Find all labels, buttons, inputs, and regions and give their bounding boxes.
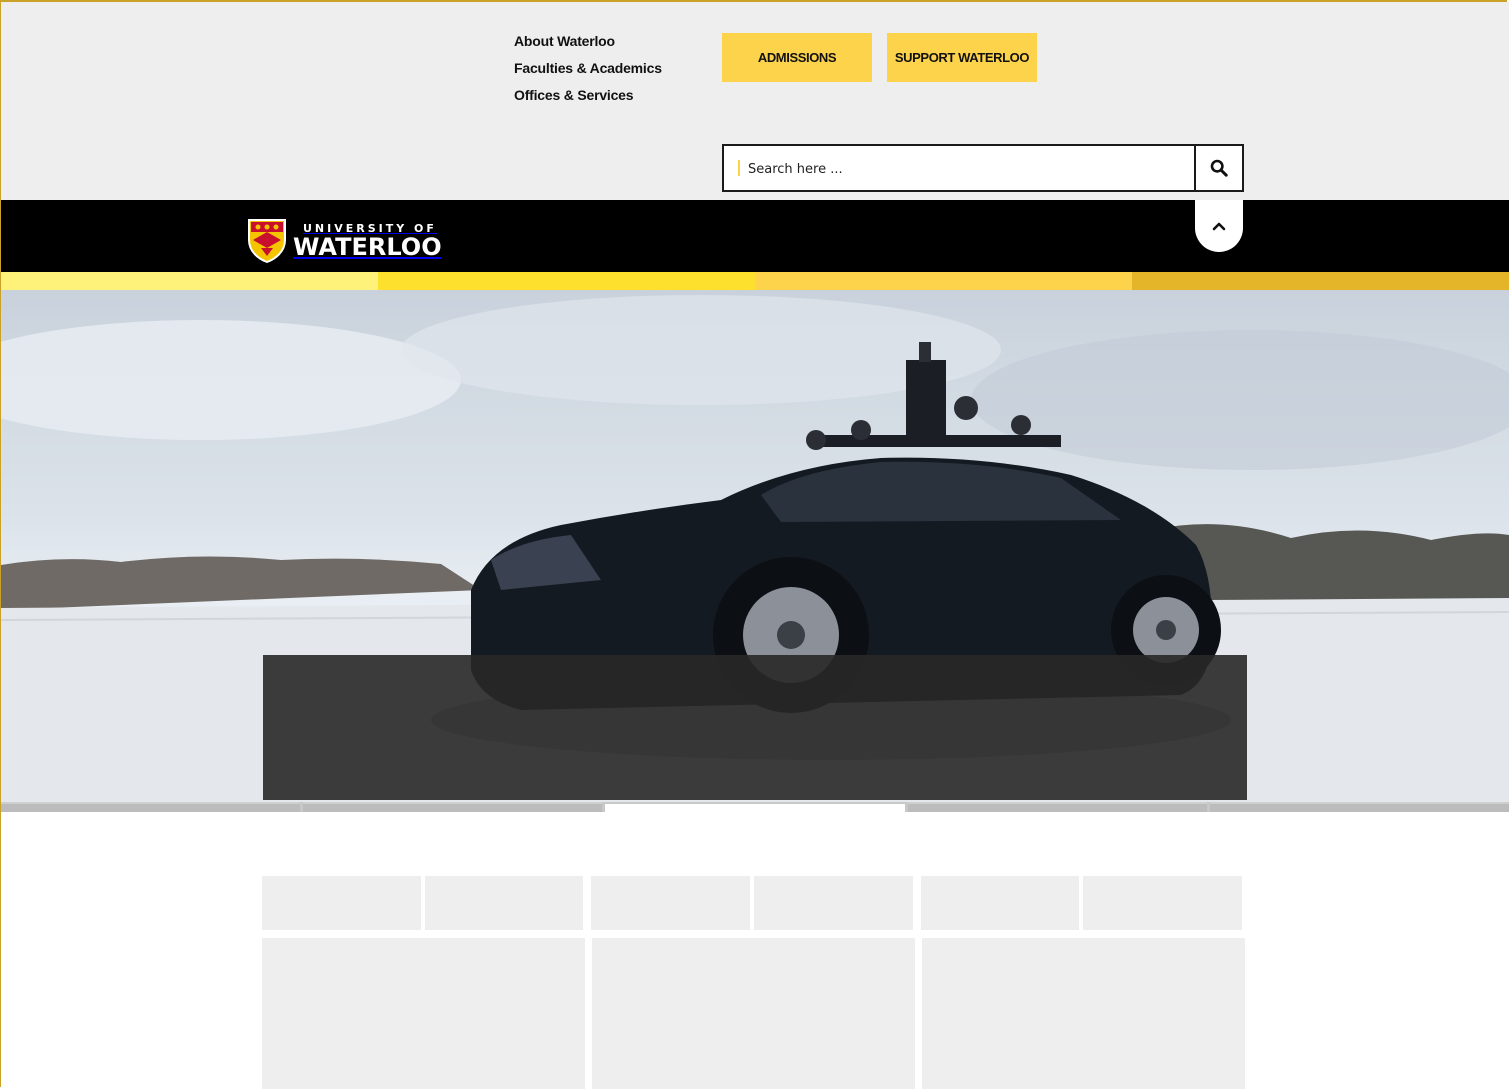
tile-placeholder [754, 876, 913, 930]
hero-image [1, 290, 1509, 802]
brand-color-stripes [1, 272, 1509, 290]
quick-tiles-row [262, 876, 1246, 930]
chevron-up-icon [1212, 222, 1226, 231]
card-placeholder [262, 938, 585, 1089]
slider-indicators [1, 802, 1509, 812]
link-faculties-academics[interactable]: Faculties & Academics [514, 55, 662, 82]
search-input[interactable] [746, 146, 1190, 192]
university-logo[interactable]: UNIVERSITY OF WATERLOO [247, 218, 442, 264]
link-offices-services[interactable]: Offices & Services [514, 82, 662, 109]
tile-placeholder [920, 876, 1080, 930]
slide-indicator-2[interactable] [303, 802, 603, 812]
admissions-button[interactable]: ADMISSIONS [722, 33, 872, 82]
crest-icon [248, 219, 286, 264]
collapse-header-button[interactable] [1195, 200, 1243, 252]
card-placeholder [592, 938, 915, 1089]
slide-indicator-4[interactable] [907, 802, 1207, 812]
stripe-2 [378, 272, 755, 290]
stripe-4 [1132, 272, 1509, 290]
tile-placeholder [424, 876, 584, 930]
stripe-3 [755, 272, 1132, 290]
search-icon [1210, 159, 1228, 177]
stripe-1 [1, 272, 378, 290]
search-accent-bar [738, 160, 740, 176]
logo-wordmark: UNIVERSITY OF WATERLOO [293, 223, 442, 259]
feature-cards-row [262, 938, 1246, 1089]
search-box [722, 144, 1244, 192]
quick-links-nav: About Waterloo Faculties & Academics Off… [514, 28, 662, 109]
link-about-waterloo[interactable]: About Waterloo [514, 28, 662, 55]
brand-bar: UNIVERSITY OF WATERLOO [1, 200, 1509, 272]
utility-header: About Waterloo Faculties & Academics Off… [1, 2, 1509, 200]
logo-big-text: WATERLOO [293, 233, 442, 261]
slide-indicator-5[interactable] [1209, 802, 1509, 812]
hero-caption-panel [263, 655, 1247, 800]
slide-indicator-3[interactable] [605, 802, 905, 812]
tile-placeholder [591, 876, 751, 930]
tile-placeholder [1083, 876, 1243, 930]
support-waterloo-button[interactable]: SUPPORT WATERLOO [887, 33, 1037, 82]
card-placeholder [922, 938, 1245, 1089]
tile-placeholder [262, 876, 421, 930]
slide-indicator-1[interactable] [1, 802, 301, 812]
search-button[interactable] [1194, 146, 1242, 190]
